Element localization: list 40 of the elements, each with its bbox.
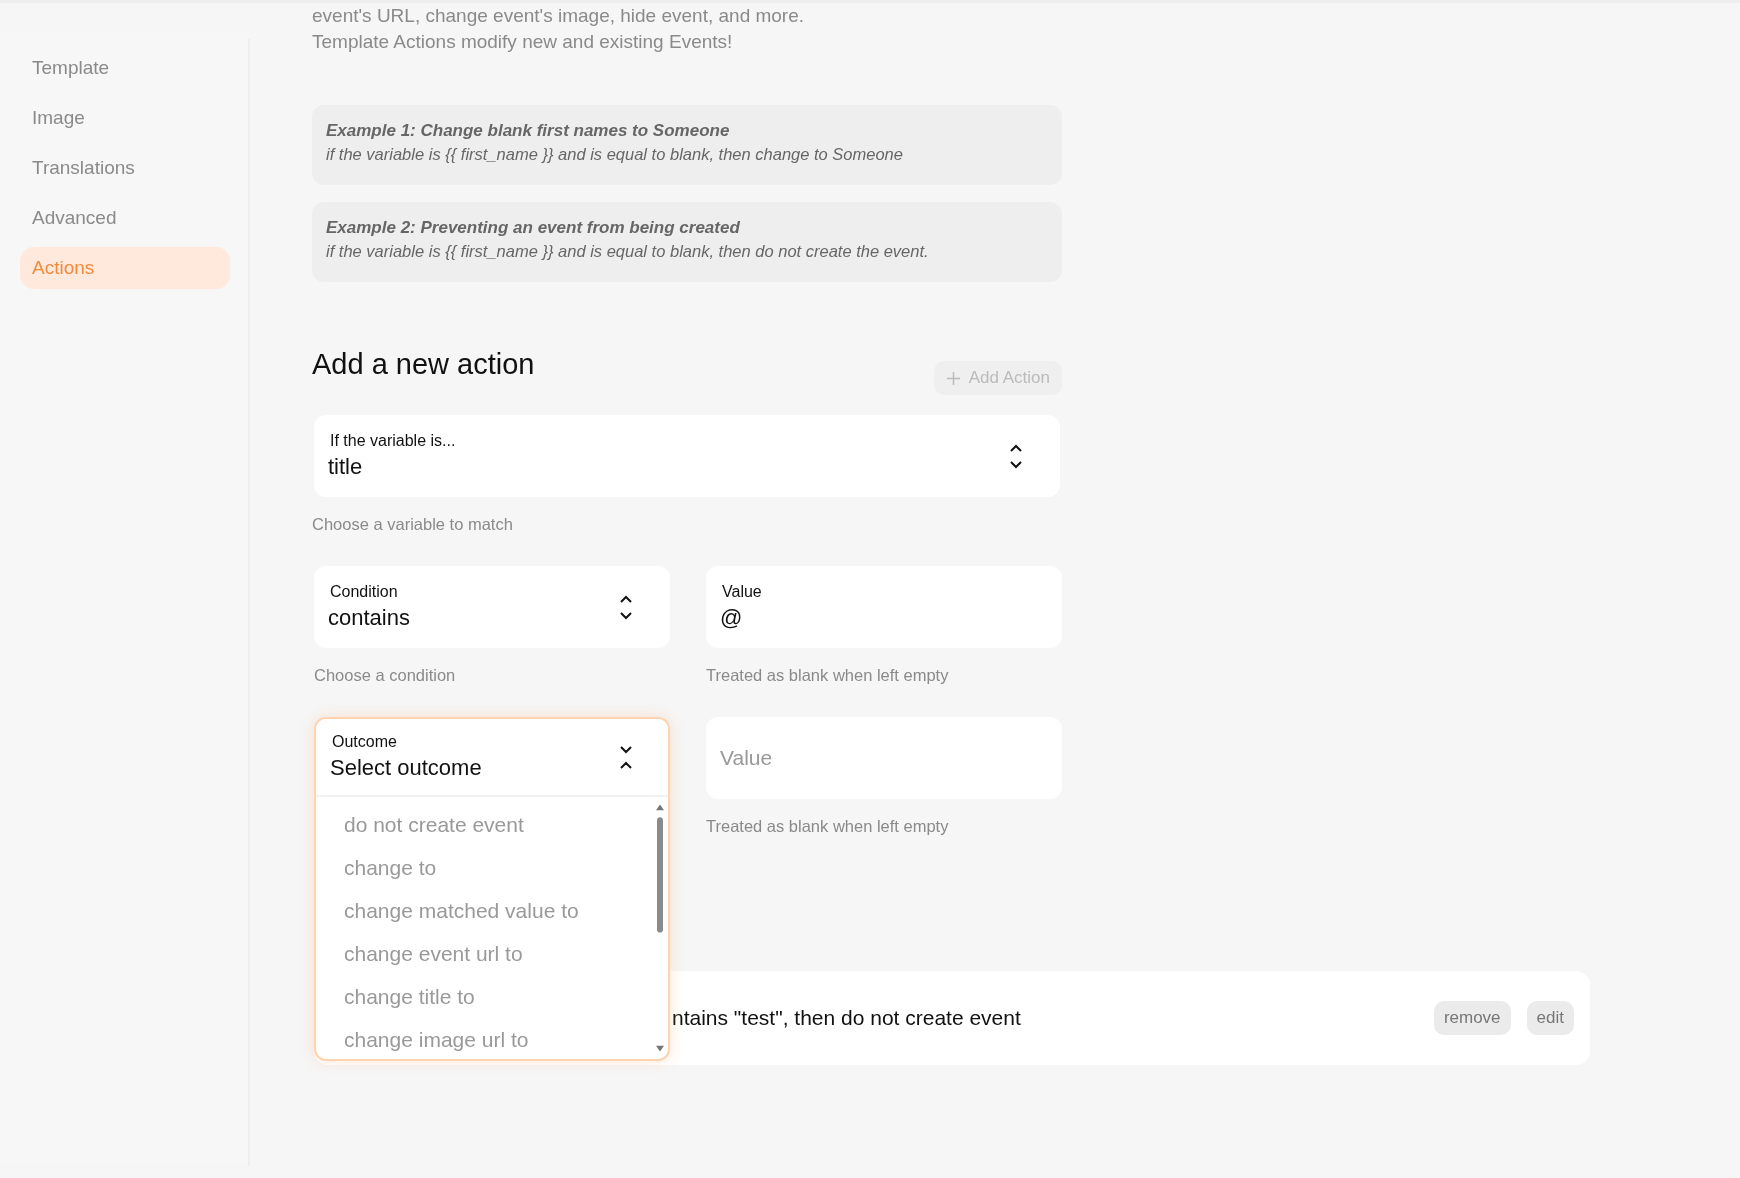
select-value: title [328,454,364,480]
action-button[interactable]: edit [1526,1001,1574,1035]
condition-select[interactable]: Condition contains [314,566,670,648]
action-button[interactable]: remove [1433,1001,1511,1035]
select-value: contains [328,605,410,631]
select-label: Condition [330,583,399,601]
field-value: @ [720,605,743,631]
hint-text: Treated as blank when left empty [706,666,950,685]
select-label: If the variable is... [330,432,456,450]
sidebar-item[interactable]: Image [20,97,230,139]
sidebar-item[interactable]: Translations [20,147,230,189]
variable-select[interactable]: If the variable is... title [314,415,1060,497]
dropdown-option[interactable]: change event url to [344,940,652,968]
select-label: Outcome [332,733,398,751]
sidebar-item[interactable]: Advanced [20,197,230,239]
intro-text: event's URL, change event's image, hide event, and more. [312,4,806,28]
action-text: ntains "test", then do not create event [672,1006,1021,1030]
intro-text: Template Actions modify new and existing Events! [312,30,734,54]
example-title: Example 1: Change blank first names to Someone [326,121,731,141]
plus-icon [945,370,961,386]
outcome-select[interactable]: Outcome Select outcome do not create event change to change matched value to change event url to change title to change image url to [314,717,670,1061]
example-title: Example 2: Preventing an event from being created [326,218,741,238]
dropdown-option[interactable]: do not create event [344,811,652,839]
field-label: Value [722,583,762,601]
value-field[interactable]: Value @ [706,566,1062,648]
sidebar-item[interactable]: Actions [20,247,230,289]
sidebar-item[interactable]: Template [20,47,230,89]
hint-text: Treated as blank when left empty [706,817,950,836]
dropdown-option[interactable]: change matched value to [344,897,652,925]
section-heading: Add a new action [312,348,535,381]
hint-text: Choose a condition [314,666,457,685]
hint-text: Choose a variable to match [312,515,514,534]
dropdown-option[interactable]: change image url to [344,1026,652,1054]
field-placeholder: Value [720,746,773,770]
example-text: if the variable is {{ first_name }} and is equal to blank, then do not create the event. [326,242,930,261]
outcome-value-field[interactable]: Value [706,717,1062,799]
select-value: Select outcome [330,755,482,781]
dropdown-option[interactable]: change to [344,854,652,882]
example-text: if the variable is {{ first_name }} and is equal to blank, then change to Someone [326,145,904,164]
dropdown-option[interactable]: change title to [344,983,652,1011]
